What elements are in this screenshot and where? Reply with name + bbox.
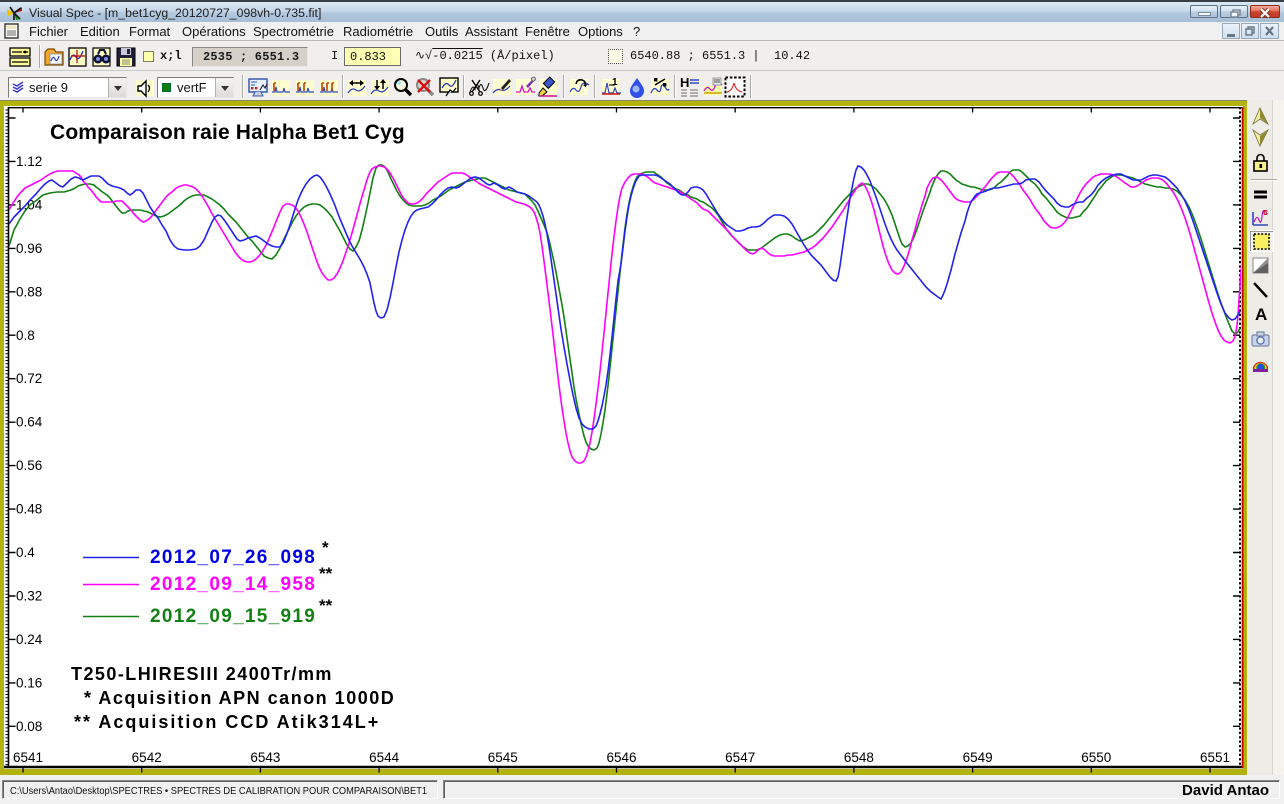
svg-text:T250-LHIRESIII 2400Tr/mm: T250-LHIRESIII 2400Tr/mm [71,664,333,684]
svg-text:0.32: 0.32 [16,589,42,604]
svg-text:0.16: 0.16 [16,675,42,690]
svg-text:Comparaison raie Halpha Bet1 C: Comparaison raie Halpha Bet1 Cyg [50,121,405,144]
svg-text:0.24: 0.24 [16,632,43,647]
svg-text:0.64: 0.64 [16,415,43,430]
svg-text:0.96: 0.96 [16,241,42,256]
svg-text:6551: 6551 [1200,750,1230,765]
svg-text:6548: 6548 [844,750,874,765]
svg-text:6541: 6541 [13,750,43,765]
svg-text:**: ** [319,596,333,615]
svg-text:6544: 6544 [369,750,400,765]
svg-text:2012_09_15_919: 2012_09_15_919 [150,606,316,627]
svg-text:0.48: 0.48 [16,502,42,517]
svg-text:0.88: 0.88 [16,284,42,299]
svg-text:1.12: 1.12 [16,154,42,169]
svg-text:*: * [322,538,329,557]
svg-text:0.56: 0.56 [16,458,42,473]
svg-text:6543: 6543 [250,750,280,765]
svg-text:6550: 6550 [1081,750,1111,765]
svg-text:2012_09_14_958: 2012_09_14_958 [150,574,316,595]
svg-text:6547: 6547 [725,750,755,765]
svg-text:0.4: 0.4 [16,545,35,560]
svg-text:6549: 6549 [963,750,993,765]
svg-text:6542: 6542 [132,750,162,765]
svg-text:6545: 6545 [488,750,518,765]
svg-text:2012_07_26_098: 2012_07_26_098 [150,547,316,568]
svg-text:**: ** [319,564,333,583]
svg-text:0.08: 0.08 [16,719,42,734]
svg-text:** Acquisition CCD Atik314L+: ** Acquisition CCD Atik314L+ [74,712,380,732]
svg-text:0.72: 0.72 [16,371,42,386]
svg-text:* Acquisition APN canon 1000D: * Acquisition APN canon 1000D [84,688,395,708]
svg-text:0.8: 0.8 [16,328,35,343]
svg-text:6546: 6546 [606,750,636,765]
